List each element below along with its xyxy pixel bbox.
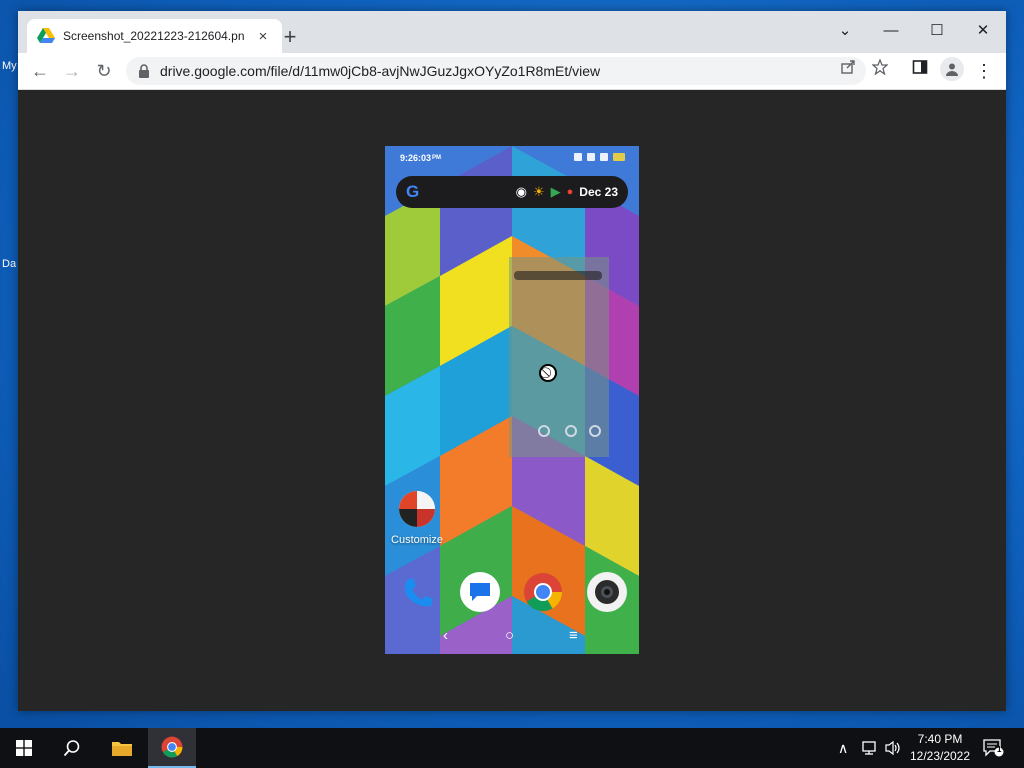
messages-app-icon xyxy=(460,572,500,612)
mini-search-bar xyxy=(514,271,602,280)
wifi-icon xyxy=(600,153,608,161)
share-icon[interactable] xyxy=(838,57,858,77)
battery-icon xyxy=(613,153,625,161)
clock-time: 7:40 PM xyxy=(917,732,963,746)
widget-date: Dec 23 xyxy=(579,185,618,199)
screenshot-image: 9:26:03 PM G ◉ ☀ ▶ ● Dec 23 Customize ‹ … xyxy=(385,146,639,654)
file-explorer-button[interactable] xyxy=(98,728,146,768)
customize-app-icon xyxy=(399,491,435,527)
weather-sun-icon: ☀ xyxy=(532,184,545,199)
phone-back-icon: ‹ xyxy=(443,627,448,644)
phone-home-icon: ○ xyxy=(505,627,515,644)
google-g-icon: G xyxy=(406,182,420,201)
side-panel-icon[interactable] xyxy=(910,57,930,77)
bluetooth-icon xyxy=(587,153,595,161)
assistant-icon: ● xyxy=(566,186,574,198)
windows-logo-icon xyxy=(16,740,32,756)
show-hidden-icons[interactable]: ∧ xyxy=(838,728,848,768)
chrome-app-icon xyxy=(523,572,563,612)
search-icon xyxy=(63,740,80,757)
lens-icon: ◉ xyxy=(515,184,527,199)
google-drive-icon xyxy=(37,28,55,43)
unavailable-cursor-icon: ⃠ xyxy=(539,364,557,382)
volume-icon[interactable] xyxy=(884,728,902,768)
browser-toolbar: ← → ↻ drive.google.com/file/d/11mw0jCb8-… xyxy=(18,53,1006,90)
preview-dot xyxy=(565,425,577,437)
url-text[interactable]: drive.google.com/file/d/11mw0jCb8-avjNwJ… xyxy=(160,63,600,79)
phone-status-icons xyxy=(574,153,625,161)
new-tab-button[interactable]: + xyxy=(276,23,304,51)
phone-dock xyxy=(385,572,639,616)
customize-app: Customize xyxy=(390,491,444,546)
maximize-button[interactable]: ☐ xyxy=(914,15,960,45)
phone-status-time-suffix: PM xyxy=(432,155,442,161)
taskbar-clock[interactable]: 7:40 PM 12/23/2022 xyxy=(904,731,976,765)
chrome-icon xyxy=(161,736,183,758)
browser-window: Screenshot_20221223-212604.pn × + ⌄ — ☐ … xyxy=(18,11,1006,711)
taskbar: ∧ 7:40 PM 12/23/2022 1 xyxy=(0,728,1024,768)
reload-button[interactable]: ↻ xyxy=(90,57,118,85)
minimize-button[interactable]: — xyxy=(868,15,914,45)
notification-center-button[interactable]: 1 xyxy=(982,728,1004,768)
close-button[interactable]: ✕ xyxy=(960,15,1006,45)
phone-nav-bar: ‹ ○ ≡ xyxy=(385,624,639,650)
camera-app-icon xyxy=(587,572,627,612)
desktop-icon-label[interactable]: My xyxy=(2,60,17,72)
phone-status-time: 9:26:03 xyxy=(400,153,432,163)
tab-search-icon[interactable]: ⌄ xyxy=(822,15,868,45)
active-tab[interactable]: Screenshot_20221223-212604.pn × xyxy=(27,19,282,53)
profile-avatar-icon[interactable] xyxy=(940,57,964,81)
phone-recents-icon: ≡ xyxy=(569,627,578,644)
address-bar[interactable]: drive.google.com/file/d/11mw0jCb8-avjNwJ… xyxy=(126,57,866,85)
clock-date: 12/23/2022 xyxy=(909,749,971,763)
star-icon[interactable] xyxy=(870,57,890,77)
menu-button[interactable]: ⋮ xyxy=(970,57,998,85)
notification-count: 1 xyxy=(997,745,1002,754)
network-icon[interactable] xyxy=(862,728,880,768)
tab-close-icon[interactable]: × xyxy=(254,28,272,45)
folder-icon xyxy=(112,742,132,756)
search-button[interactable] xyxy=(48,728,96,768)
forward-button[interactable]: → xyxy=(58,57,86,85)
lock-icon[interactable] xyxy=(138,64,150,78)
title-bar: Screenshot_20221223-212604.pn × + ⌄ — ☐ … xyxy=(18,11,1006,53)
recent-screenshot-preview xyxy=(509,257,609,457)
desktop-icon-label[interactable]: Da xyxy=(2,258,16,270)
tab-title: Screenshot_20221223-212604.pn xyxy=(63,29,245,43)
chrome-taskbar-button[interactable] xyxy=(148,728,196,768)
back-button[interactable]: ← xyxy=(26,57,54,85)
signal-icon xyxy=(574,153,582,161)
drive-file-viewer: 9:26:03 PM G ◉ ☀ ▶ ● Dec 23 Customize ‹ … xyxy=(18,90,1006,711)
phone-status-bar: 9:26:03 PM xyxy=(385,146,639,170)
phone-app-icon xyxy=(397,572,437,612)
play-store-icon: ▶ xyxy=(550,184,561,199)
google-search-widget: G ◉ ☀ ▶ ● Dec 23 xyxy=(396,176,628,208)
customize-label: Customize xyxy=(391,534,443,546)
start-button[interactable] xyxy=(0,728,48,768)
preview-dot xyxy=(538,425,550,437)
preview-dot xyxy=(589,425,601,437)
